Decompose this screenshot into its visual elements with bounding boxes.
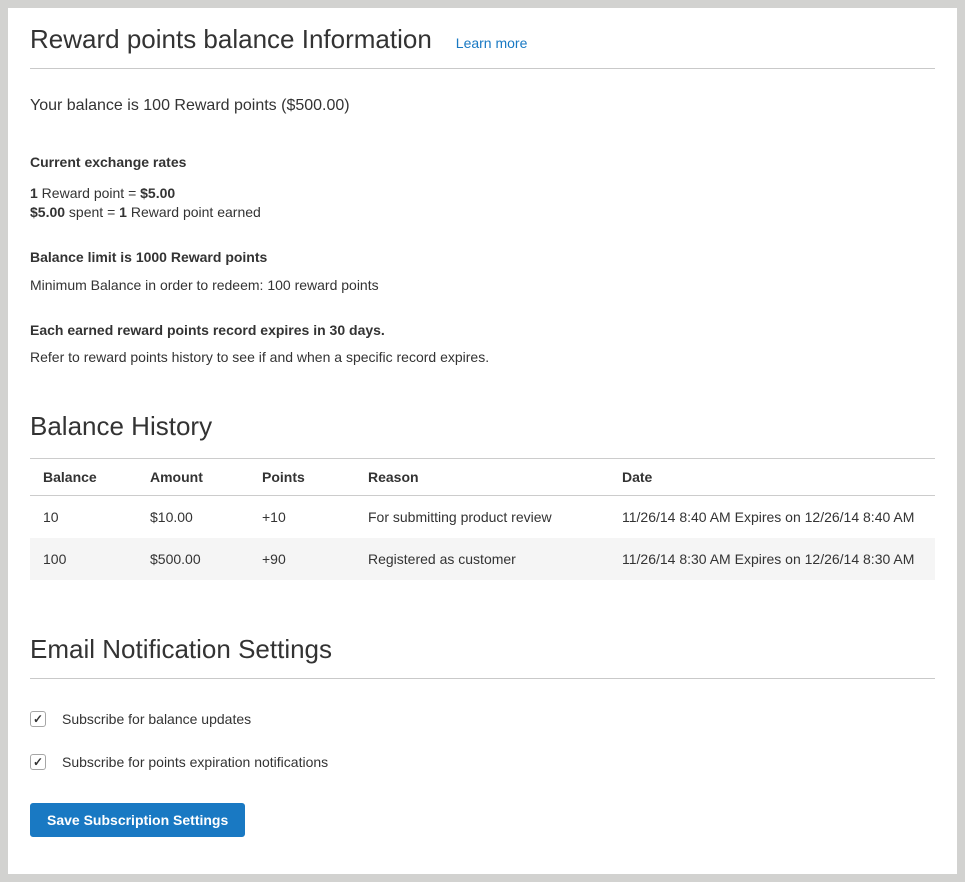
balance-history-title: Balance History [30,411,935,442]
expiration-note: Refer to reward points history to see if… [30,349,935,365]
learn-more-link[interactable]: Learn more [456,35,528,51]
spend-rate-amount: $5.00 [30,204,65,220]
table-row: 100 $500.00 +90 Registered as customer 1… [30,538,935,580]
column-header-points: Points [249,459,355,496]
cell-amount: $10.00 [137,496,249,539]
page-title: Reward points balance Information [30,24,432,55]
spend-rate-text: spent = [65,204,119,220]
column-header-balance: Balance [30,459,137,496]
cell-reason: For submitting product review [355,496,609,539]
checkbox-label: Subscribe for balance updates [62,711,251,727]
cell-balance: 10 [30,496,137,539]
minimum-balance-note: Minimum Balance in order to redeem: 100 … [30,277,935,293]
table-row: 10 $10.00 +10 For submitting product rev… [30,496,935,539]
spend-rate-line: $5.00 spent = 1 Reward point earned [30,203,935,222]
cell-points: +90 [249,538,355,580]
checkmark-icon: ✓ [33,756,43,768]
checkmark-icon: ✓ [33,713,43,725]
points-expiration-checkbox[interactable]: ✓ [30,754,46,770]
cell-points: +10 [249,496,355,539]
column-header-reason: Reason [355,459,609,496]
balance-history-table: Balance Amount Points Reason Date 10 $10… [30,458,935,580]
spend-rate-suffix: Reward point earned [127,204,261,220]
cell-date: 11/26/14 8:40 AM Expires on 12/26/14 8:4… [609,496,935,539]
subscribe-balance-updates-option[interactable]: ✓ Subscribe for balance updates [30,711,935,727]
expiration-heading: Each earned reward points record expires… [30,322,935,338]
earn-rate-amount: $5.00 [140,185,175,201]
earn-rate-points: 1 [30,185,38,201]
exchange-rates: 1 Reward point = $5.00 $5.00 spent = 1 R… [30,184,935,222]
email-settings-title: Email Notification Settings [30,634,935,679]
balance-limit-heading: Balance limit is 1000 Reward points [30,249,935,265]
checkbox-label: Subscribe for points expiration notifica… [62,754,328,770]
balance-summary: Your balance is 100 Reward points ($500.… [30,97,935,115]
cell-reason: Registered as customer [355,538,609,580]
column-header-date: Date [609,459,935,496]
earn-rate-line: 1 Reward point = $5.00 [30,184,935,203]
column-header-amount: Amount [137,459,249,496]
subscribe-points-expiration-option[interactable]: ✓ Subscribe for points expiration notifi… [30,754,935,770]
table-header-row: Balance Amount Points Reason Date [30,459,935,496]
save-subscription-settings-button[interactable]: Save Subscription Settings [30,803,245,837]
balance-updates-checkbox[interactable]: ✓ [30,711,46,727]
cell-balance: 100 [30,538,137,580]
cell-date: 11/26/14 8:30 AM Expires on 12/26/14 8:3… [609,538,935,580]
reward-points-panel: Reward points balance Information Learn … [8,8,957,874]
page-header: Reward points balance Information Learn … [30,24,935,69]
cell-amount: $500.00 [137,538,249,580]
earn-rate-text: Reward point = [38,185,140,201]
spend-rate-points: 1 [119,204,127,220]
exchange-rates-heading: Current exchange rates [30,154,935,170]
